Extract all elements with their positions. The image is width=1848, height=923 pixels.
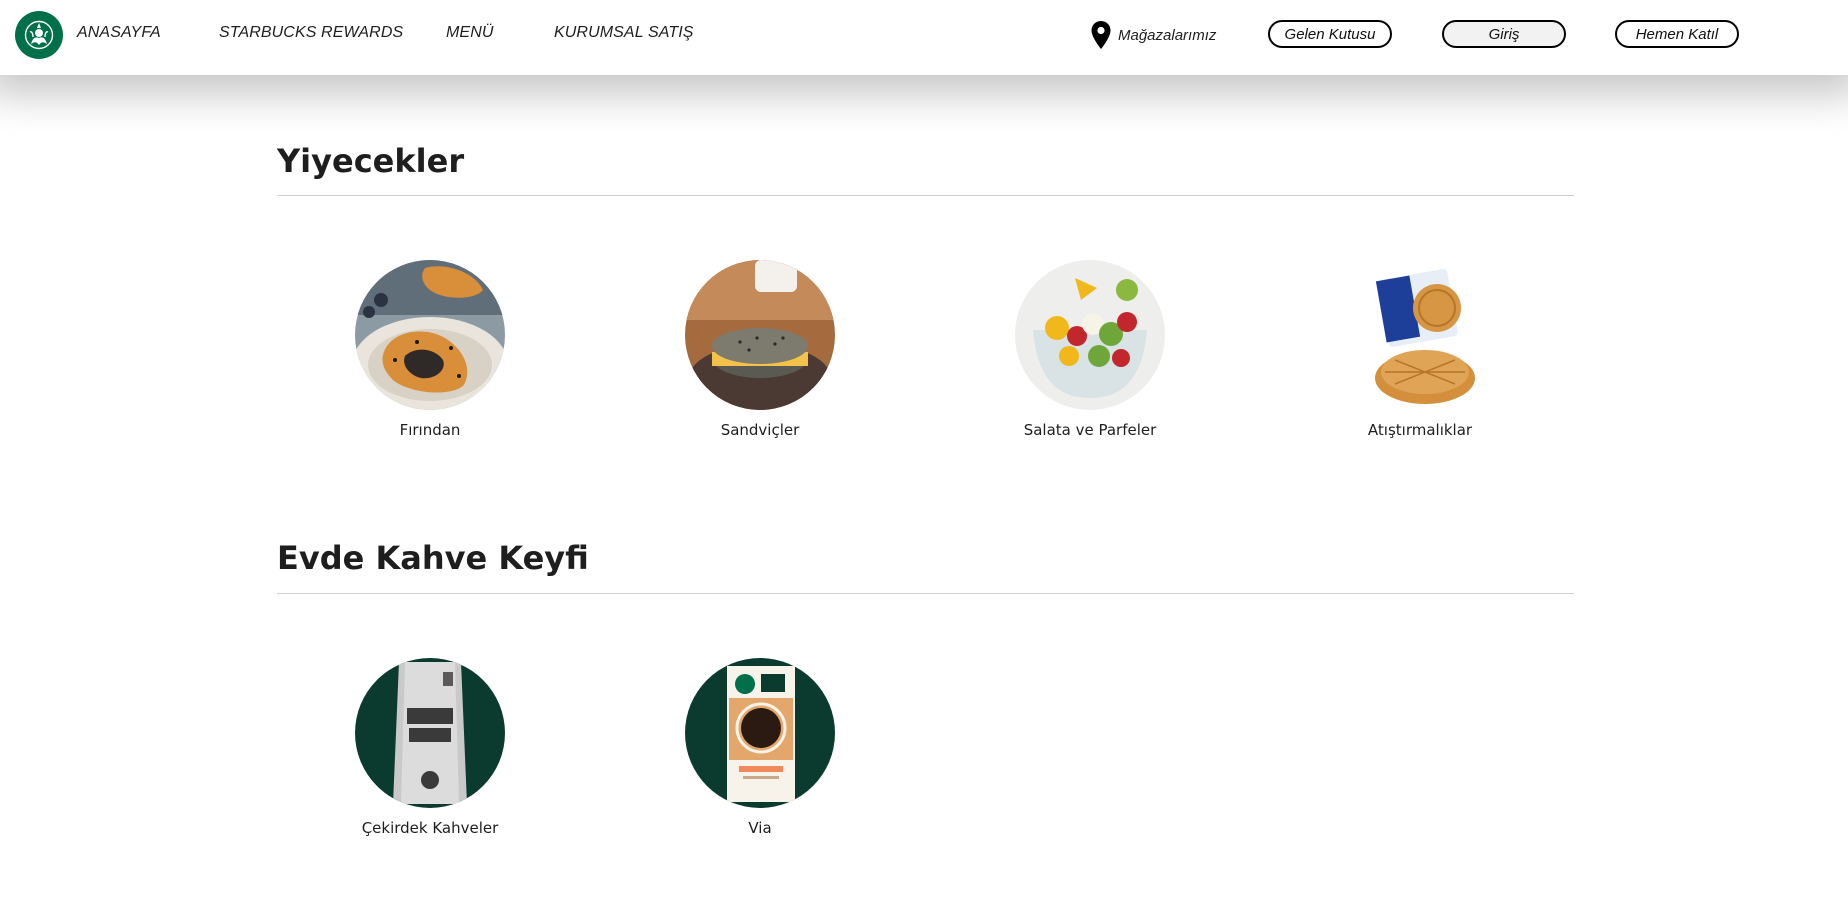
category-label: Via [748,819,772,837]
category-sandwiches[interactable]: Sandviçler [650,260,870,439]
category-bakery[interactable]: Fırından [320,260,540,439]
waffle-snack-image [1345,260,1495,410]
nav-rewards-link[interactable]: STARBUCKS REWARDS [219,24,403,42]
join-button[interactable]: Hemen Katıl [1615,20,1739,48]
category-label: Salata ve Parfeler [1023,421,1157,439]
nav-home-link[interactable]: ANASAYFA [77,24,161,42]
category-label: Fırından [399,421,461,439]
via-box-image [685,658,835,808]
section-title-coffee-at-home: Evde Kahve Keyfi [277,539,589,577]
category-label: Atıştırmalıklar [1367,421,1473,439]
sandwich-image [685,260,835,410]
category-whole-bean-coffee[interactable]: Çekirdek Kahveler [320,658,540,837]
nav-menu-link[interactable]: MENÜ [446,24,494,42]
inbox-button[interactable]: Gelen Kutusu [1268,20,1392,48]
category-via[interactable]: Via [650,658,870,837]
map-pin-icon [1091,21,1111,49]
bakery-image [355,260,505,410]
stores-link[interactable]: Mağazalarımız [1090,20,1216,50]
section-title-food: Yiyecekler [277,142,465,180]
stores-link-label: Mağazalarımız [1118,26,1217,44]
nav-corporate-sales-link[interactable]: KURUMSAL SATIŞ [554,24,694,42]
section-divider [277,195,1574,196]
whole-bean-bag-image [355,658,505,808]
category-snacks[interactable]: Atıştırmalıklar [1310,260,1530,439]
starbucks-logo-icon[interactable] [15,11,63,59]
category-label: Sandviçler [720,421,800,439]
section-divider [277,593,1574,594]
top-navigation-bar: ANASAYFA STARBUCKS REWARDS MENÜ KURUMSAL… [0,0,1848,75]
category-label: Çekirdek Kahveler [361,819,499,837]
fruit-salad-image [1015,260,1165,410]
category-salads[interactable]: Salata ve Parfeler [980,260,1200,439]
login-button[interactable]: Giriş [1442,20,1566,48]
